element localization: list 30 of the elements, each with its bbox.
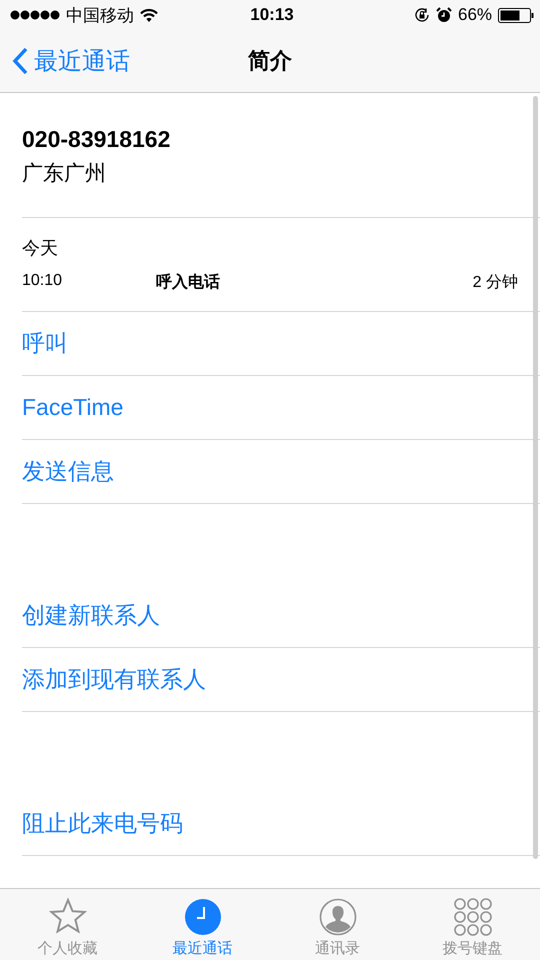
back-button[interactable]: 最近通话	[0, 44, 136, 78]
battery-icon	[498, 8, 534, 22]
signal-icon	[10, 10, 60, 20]
wifi-icon	[140, 8, 158, 22]
location-text: 广东广州	[22, 161, 106, 187]
phone-number: 020-83918162	[22, 126, 170, 153]
action-link[interactable]: 创建新联系人	[22, 600, 160, 631]
clock-icon	[182, 897, 222, 937]
rotation-lock-icon	[414, 7, 430, 23]
screen-title: 简介	[248, 48, 292, 73]
battery-percent: 66%	[458, 5, 492, 25]
keypad-icon	[452, 897, 492, 937]
call-time: 10:10	[22, 272, 64, 291]
carrier-name: 中国移动	[66, 4, 134, 26]
call-duration: 2 分钟	[472, 273, 518, 293]
action-link[interactable]: 发送信息	[22, 456, 114, 487]
person-icon	[318, 897, 358, 937]
tab-item[interactable]: 最近通话	[135, 889, 270, 960]
clock-time: 10:13	[250, 5, 294, 25]
tab-item[interactable]: 通讯录	[270, 889, 405, 960]
action-link[interactable]: 阻止此来电号码	[22, 808, 183, 839]
alarm-icon	[436, 7, 452, 23]
call-type: 呼入电话	[156, 274, 220, 291]
chevron-left-icon	[12, 47, 28, 75]
action-link[interactable]: 呼叫	[22, 328, 68, 359]
date-label: 今天	[22, 237, 58, 260]
tab-item[interactable]: 拨号键盘	[405, 889, 540, 960]
action-link[interactable]: FaceTime	[22, 394, 124, 421]
tab-item[interactable]: 个人收藏	[0, 889, 135, 960]
action-link[interactable]: 添加到现有联系人	[22, 664, 206, 695]
